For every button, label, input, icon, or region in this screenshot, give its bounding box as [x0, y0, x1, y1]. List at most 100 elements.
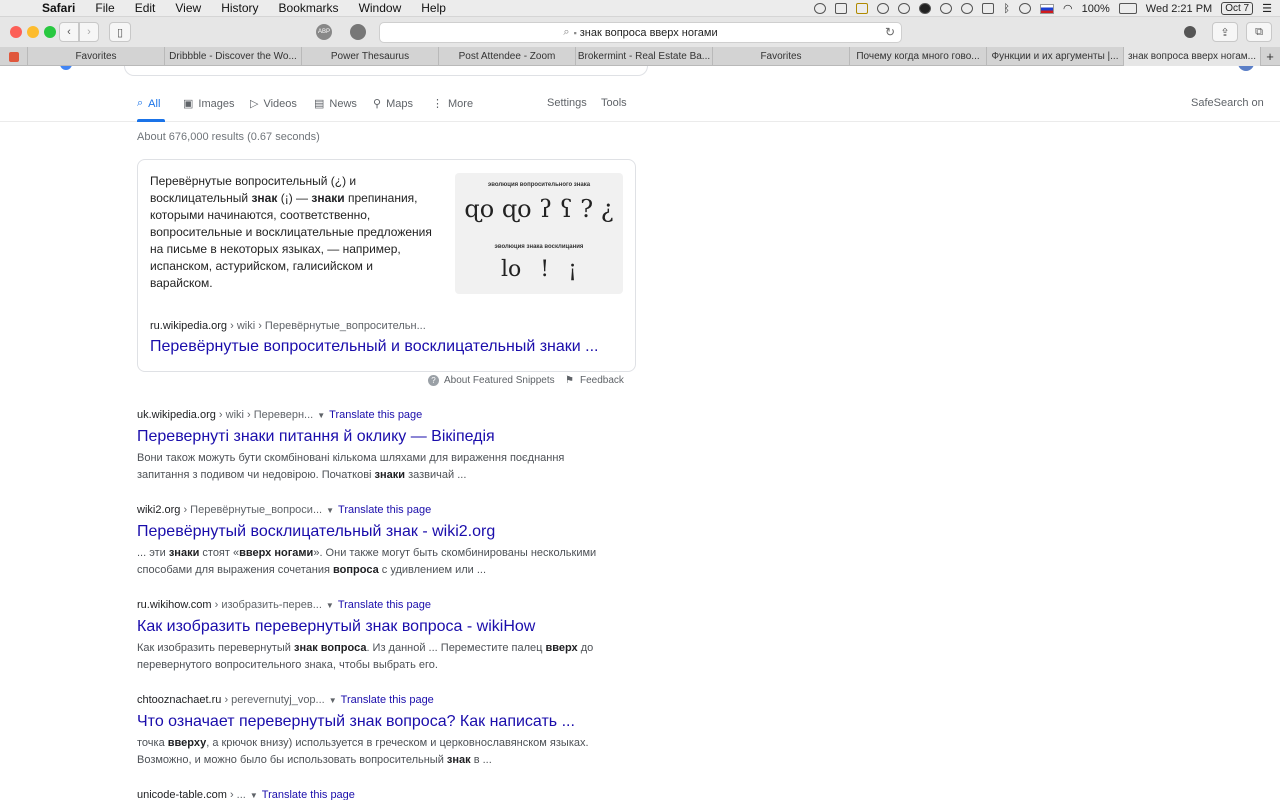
snippet-title-link[interactable]: Перевёрнутые вопросительный и восклицате… — [150, 338, 598, 356]
address-text: знак вопроса вверх ногами — [579, 26, 718, 39]
grammarly-icon[interactable] — [350, 24, 366, 40]
tab-bar: Favorites Dribbble - Discover the Wo... … — [0, 47, 1280, 66]
status-icon[interactable] — [814, 3, 827, 14]
result-path: › Перевёрнутые_вопроси... — [180, 504, 323, 516]
translate-link[interactable]: Translate this page — [329, 409, 422, 421]
active-tab-indicator — [137, 119, 165, 122]
warning-icon[interactable] — [856, 3, 869, 14]
result-title-link[interactable]: Перевернуті знаки питання й оклику — Вік… — [137, 428, 607, 448]
map-pin-icon: ⚲ — [373, 98, 382, 110]
menu-edit[interactable]: Edit — [135, 1, 156, 15]
tab-overview-button[interactable]: ⧉ — [1246, 22, 1272, 42]
close-window-button[interactable] — [10, 26, 22, 38]
tab-active-search[interactable]: знак вопроса вверх ногам... — [1124, 47, 1261, 66]
image-glyphs: lo ! ¡ — [501, 257, 577, 282]
tab-news[interactable]: ▤ News — [314, 97, 357, 111]
sidebar-button[interactable]: ▯ — [109, 22, 131, 42]
status-icon[interactable] — [898, 3, 911, 14]
result-title-link[interactable]: Что означает перевернутый знак вопроса? … — [137, 713, 607, 733]
date-badge[interactable]: Oct 7 — [1221, 2, 1254, 15]
tab-all[interactable]: ⌕ All — [137, 97, 160, 110]
time-machine-icon[interactable] — [1019, 3, 1032, 14]
forward-button[interactable]: › — [79, 22, 99, 42]
battery-percent[interactable]: 100% — [1082, 3, 1110, 15]
reload-icon[interactable]: ↻ — [885, 25, 895, 39]
bluetooth-icon[interactable]: ᛒ — [1003, 3, 1010, 15]
menu-window[interactable]: Window — [359, 1, 402, 15]
tab-favorites[interactable]: Favorites — [28, 47, 165, 66]
feedback-link[interactable]: ⚑ Feedback — [565, 375, 624, 386]
telegram-icon[interactable] — [919, 3, 932, 14]
wifi-icon[interactable]: ◠ — [1063, 2, 1073, 15]
pinned-tab[interactable] — [0, 47, 28, 66]
back-button[interactable]: ‹ — [59, 22, 79, 42]
search-result: unicode-table.com › ... ▼ Translate this p… — [137, 789, 607, 800]
caret-down-icon[interactable]: ▼ — [317, 411, 325, 420]
result-stats: About 676,000 results (0.67 seconds) — [137, 131, 320, 143]
menu-bookmarks[interactable]: Bookmarks — [279, 1, 339, 15]
tab-more[interactable]: ⋮ More — [432, 97, 473, 111]
result-domain: ru.wikihow.com — [137, 599, 212, 611]
caret-down-icon[interactable]: ▼ — [329, 696, 337, 705]
notification-center-icon[interactable]: ☰ — [1262, 2, 1272, 15]
downloads-button[interactable] — [1178, 22, 1202, 42]
new-tab-button[interactable]: + — [1261, 47, 1279, 66]
battery-icon[interactable] — [1118, 3, 1137, 14]
browser-toolbar: ‹ › ▯ ABP ⌕ ▪ знак вопроса вверх ногами … — [0, 17, 1280, 47]
clock-icon[interactable] — [940, 3, 953, 14]
status-icon[interactable] — [835, 3, 848, 14]
chevron-right-icon: › — [87, 26, 91, 38]
menu-app[interactable]: Safari — [42, 1, 75, 15]
translate-link[interactable]: Translate this page — [262, 789, 355, 800]
tab-videos-label: Videos — [263, 97, 297, 110]
chevron-left-icon: ‹ — [67, 26, 71, 38]
minimize-window-button[interactable] — [27, 26, 39, 38]
menu-help[interactable]: Help — [421, 1, 446, 15]
tab-power-thesaurus[interactable]: Power Thesaurus — [302, 47, 439, 66]
tab-images-label: Images — [198, 97, 235, 110]
input-source-flag-icon[interactable] — [1040, 3, 1055, 14]
result-path: › wiki › Переверн... — [215, 409, 314, 421]
feedback-label: Feedback — [579, 375, 624, 386]
image-caption: эволюция вопросительного знака — [487, 182, 591, 188]
adblock-icon[interactable]: ABP — [316, 24, 332, 40]
translate-link[interactable]: Translate this page — [338, 599, 431, 611]
tab-favorites-2[interactable]: Favorites — [713, 47, 850, 66]
clock[interactable]: Wed 2:21 PM — [1146, 3, 1212, 15]
tab-videos[interactable]: ▷ Videos — [250, 97, 297, 111]
tab-maps[interactable]: ⚲ Maps — [373, 97, 413, 111]
share-button[interactable]: ⇪ — [1212, 22, 1238, 42]
status-icon[interactable] — [877, 3, 890, 14]
result-snippet: точка вверху, а крючок внизу) использует… — [137, 737, 589, 766]
result-cite: uk.wikipedia.org › wiki › Переверн... ▼ Tr… — [137, 409, 607, 423]
menu-file[interactable]: File — [95, 1, 114, 15]
zoom-window-button[interactable] — [44, 26, 56, 38]
menu-view[interactable]: View — [175, 1, 201, 15]
about-featured-snippets[interactable]: ? About Featured Snippets — [428, 375, 555, 386]
tab-images[interactable]: ▣ Images — [183, 97, 235, 111]
page-content: ⌕ All ▣ Images ▷ Videos ▤ News ⚲ Maps ⋮ More S… — [0, 66, 1280, 800]
result-title-link[interactable]: Как изобразить перевернутый знак вопроса… — [137, 618, 607, 638]
tab-dribbble[interactable]: Dribbble - Discover the Wo... — [165, 47, 302, 66]
caret-down-icon[interactable]: ▼ — [326, 601, 334, 610]
tab-pochemu[interactable]: Почему когда много гово... — [850, 47, 987, 66]
video-icon: ▷ — [250, 98, 259, 110]
image-glyphs: ɋo ɋo ʔ ʕ ? ¿ — [464, 195, 614, 223]
result-title-link[interactable]: Перевёрнутый восклицательный знак - wiki… — [137, 523, 607, 543]
translate-link[interactable]: Translate this page — [341, 694, 434, 706]
translate-link[interactable]: Translate this page — [338, 504, 431, 516]
safesearch-status[interactable]: SafeSearch on — [1191, 97, 1264, 109]
settings-link[interactable]: Settings — [547, 97, 587, 109]
tools-link[interactable]: Tools — [601, 97, 627, 109]
tab-funktsii[interactable]: Функции и их аргументы |... — [987, 47, 1124, 66]
tab-brokermint[interactable]: Brokermint - Real Estate Ba... — [576, 47, 713, 66]
status-icon[interactable] — [961, 3, 974, 14]
caret-down-icon[interactable]: ▼ — [326, 506, 334, 515]
tab-zoom[interactable]: Post Attendee - Zoom — [439, 47, 576, 66]
tab-maps-label: Maps — [386, 97, 413, 110]
snippet-image[interactable]: эволюция вопросительного знака ɋo ɋo ʔ ʕ… — [455, 173, 623, 294]
address-bar[interactable]: ⌕ ▪ знак вопроса вверх ногами ↻ — [379, 22, 902, 43]
caret-down-icon[interactable]: ▼ — [250, 791, 258, 800]
status-icon[interactable] — [982, 3, 995, 14]
menu-history[interactable]: History — [221, 1, 258, 15]
